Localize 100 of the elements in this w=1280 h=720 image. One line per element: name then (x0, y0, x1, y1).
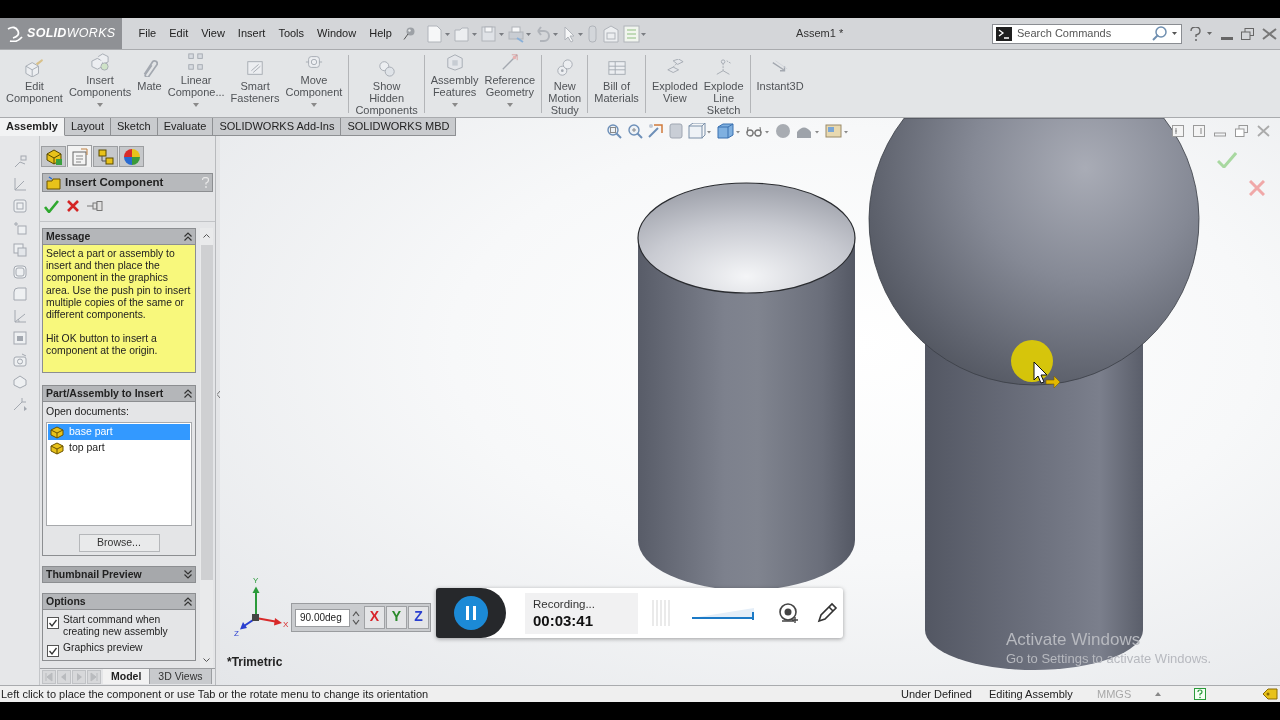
ribbon-tab[interactable]: SOLIDWORKS Add-Ins (213, 118, 342, 136)
rotate-axis-button[interactable]: X (364, 606, 385, 629)
save-icon[interactable] (481, 24, 506, 43)
collapse-chevron-icon[interactable] (184, 597, 192, 606)
cancel-icon[interactable] (67, 200, 79, 212)
checkbox[interactable] (47, 617, 59, 629)
new-document-icon[interactable] (427, 24, 452, 43)
pointer-icon[interactable] (562, 24, 585, 43)
command-button[interactable]: Move Component (282, 50, 346, 107)
close-icon[interactable] (1257, 125, 1270, 137)
close-icon[interactable] (1262, 27, 1277, 40)
menu-item[interactable]: File (132, 25, 163, 42)
menu-item[interactable]: Edit (162, 25, 195, 42)
capsule-icon[interactable] (587, 24, 600, 43)
help-icon[interactable] (202, 177, 209, 188)
rotate-axis-button[interactable]: Z (408, 606, 429, 629)
ribbon-tab[interactable]: SOLIDWORKS MBD (341, 118, 457, 136)
checkmark-icon[interactable] (44, 199, 59, 213)
menu-item[interactable]: Window (310, 25, 363, 42)
collapse-chevron-icon[interactable] (184, 232, 192, 241)
help-icon[interactable] (1194, 688, 1206, 700)
command-button[interactable]: Assembly Features (427, 50, 482, 107)
model-tab[interactable]: Model (103, 669, 151, 684)
ribbon-tab[interactable]: Evaluate (157, 118, 214, 136)
hatched-square-icon[interactable] (246, 59, 265, 77)
caret-up-icon[interactable] (1155, 692, 1161, 696)
terminal-icon[interactable] (996, 26, 1012, 41)
command-button[interactable]: Linear Compone... (164, 50, 228, 107)
scroll-down-icon[interactable] (203, 658, 210, 662)
restore-icon[interactable] (1241, 27, 1254, 40)
table-icon[interactable] (607, 59, 626, 77)
line-arrow-icon[interactable] (12, 397, 27, 411)
nested-squares-icon[interactable] (12, 265, 27, 279)
menu-item[interactable]: Tools (271, 25, 311, 42)
command-button[interactable]: Edit Component (3, 50, 66, 104)
camera-icon[interactable] (12, 353, 27, 367)
search-icon[interactable] (1152, 26, 1167, 41)
section-header[interactable]: Thumbnail Preview (42, 566, 196, 583)
box-outline-icon[interactable] (688, 123, 712, 139)
command-button[interactable]: Instant3D (753, 50, 807, 92)
circles-icon[interactable] (555, 59, 574, 77)
pushpin-icon[interactable] (403, 27, 416, 40)
list-icon[interactable] (623, 24, 648, 43)
checkmark-icon[interactable] (1217, 152, 1237, 168)
checkbox[interactable] (47, 645, 59, 657)
section-header[interactable]: Message (42, 228, 196, 245)
search-box[interactable]: Search Commands (992, 23, 1182, 44)
command-button[interactable]: Show Hidden Components (352, 50, 421, 116)
square-plus-icon[interactable] (12, 221, 27, 235)
command-button[interactable]: New Motion Study (545, 50, 585, 116)
rounded-square-icon[interactable] (669, 123, 683, 139)
spinner-icon[interactable] (352, 609, 360, 626)
collapse-chevron-icon[interactable] (184, 389, 192, 398)
menu-item[interactable]: View (194, 25, 232, 42)
scroll-up-icon[interactable] (203, 234, 210, 238)
model-tab[interactable]: 3D Views (150, 669, 212, 684)
pattern-grid-icon[interactable] (187, 53, 206, 71)
diagonal-line-icon[interactable] (500, 53, 519, 71)
cube-icon[interactable] (717, 123, 741, 139)
scrollbar-thumb[interactable] (200, 245, 213, 580)
command-button[interactable]: Bill of Materials (591, 50, 642, 104)
house-icon[interactable] (602, 24, 621, 43)
search-input[interactable]: Search Commands (1017, 25, 1141, 42)
first-arrow-icon[interactable] (42, 669, 56, 684)
part-icon[interactable] (50, 425, 64, 439)
window-pane-icon[interactable] (1193, 125, 1205, 137)
angle-icon[interactable] (12, 309, 27, 323)
circles-icon[interactable] (377, 59, 396, 77)
command-button[interactable]: Exploded View (648, 50, 701, 104)
restore-icon[interactable] (1235, 125, 1248, 137)
pushpin-icon[interactable] (87, 201, 103, 211)
cancel-icon[interactable] (1249, 180, 1265, 196)
menu-item[interactable]: Help (362, 25, 399, 42)
ribbon-tab[interactable]: Layout (65, 118, 111, 136)
caret-down-icon[interactable] (1172, 32, 1177, 35)
target-square-icon[interactable] (304, 53, 323, 71)
undo-icon[interactable] (535, 24, 560, 43)
angle-icon[interactable] (12, 177, 27, 191)
browse-button[interactable]: Browse... (78, 534, 160, 552)
caret-down-icon[interactable] (1207, 32, 1212, 35)
framed-square-icon[interactable] (12, 331, 27, 345)
webcam-icon[interactable] (778, 602, 800, 624)
open-folder-icon[interactable] (454, 24, 479, 43)
help-icon[interactable] (1190, 26, 1201, 41)
part-icon[interactable] (50, 441, 64, 455)
print-icon[interactable] (508, 24, 533, 43)
command-button[interactable]: Reference Geometry (481, 50, 539, 107)
framed-square-icon[interactable] (12, 199, 27, 213)
pencil-icon[interactable] (816, 602, 838, 624)
volume-wedge-icon[interactable] (692, 606, 754, 620)
command-button[interactable]: Insert Components (65, 50, 135, 107)
section-header[interactable]: Part/Assembly to Insert (42, 385, 196, 402)
last-arrow-icon[interactable] (87, 669, 101, 684)
cubes-icon[interactable] (91, 53, 110, 71)
picture-frame-icon[interactable] (825, 123, 849, 139)
folder-icon[interactable] (46, 175, 61, 190)
scrollbar-track[interactable] (200, 228, 213, 668)
ribbon-tab[interactable]: Assembly (0, 118, 65, 136)
ribbon-tab[interactable]: Sketch (111, 118, 158, 136)
document-item[interactable]: top part (48, 440, 190, 456)
